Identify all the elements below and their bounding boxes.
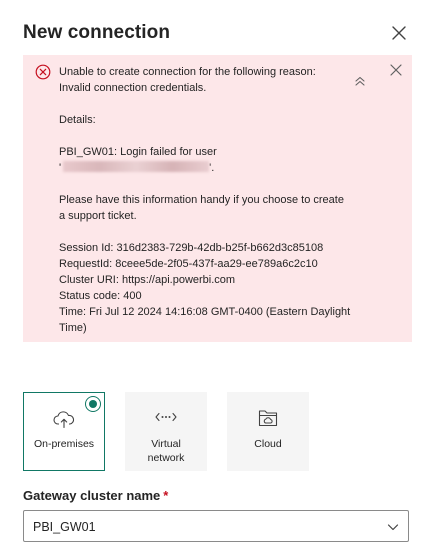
user-quote-close: '.: [209, 162, 215, 174]
virtual-network-label-line2: network: [147, 452, 185, 464]
selected-radio-indicator: [85, 396, 101, 412]
details-label: Details:: [59, 114, 96, 126]
user-quote-open: ': [59, 162, 62, 174]
virtual-network-label-line1: Virtual: [151, 438, 181, 450]
connection-option-cloud[interactable]: Cloud: [227, 392, 309, 471]
cloud-folder-icon: [258, 410, 278, 427]
request-id: RequestId: 8ceee5de-2f05-437f-aa29-ee789…: [59, 258, 318, 270]
gateway-cluster-dropdown[interactable]: PBI_GW01: [23, 510, 409, 542]
error-reason-line2: Invalid connection credentials.: [59, 82, 207, 94]
dialog-header: New connection: [23, 18, 413, 48]
error-time-line1: Time: Fri Jul 12 2024 14:16:08 GMT-0400 …: [59, 306, 351, 318]
redacted-username: [63, 161, 210, 172]
session-id: Session Id: 316d2383-729b-42db-b25f-b662…: [59, 242, 324, 254]
error-details-text: Unable to create connection for the foll…: [59, 64, 359, 336]
gateway-cluster-value: PBI_GW01: [33, 520, 96, 534]
virtual-network-label: Virtual network: [125, 437, 207, 465]
error-message-bar: Unable to create connection for the foll…: [23, 55, 412, 342]
login-user-line: ' '.: [59, 160, 359, 176]
dialog-title: New connection: [23, 22, 171, 43]
support-note-line1: Please have this information handy if yo…: [59, 194, 344, 206]
status-code: Status code: 400: [59, 290, 142, 302]
connection-option-virtual-network[interactable]: Virtual network: [125, 392, 207, 471]
gateway-cluster-name-label: Gateway cluster name *: [23, 488, 168, 504]
close-icon[interactable]: [391, 25, 407, 41]
chevron-down-icon: [387, 524, 399, 531]
connection-option-on-premises[interactable]: On-premises: [23, 392, 105, 471]
error-circle-icon: [35, 64, 51, 80]
network-arrows-icon: [155, 412, 177, 422]
cluster-uri: Cluster URI: https://api.powerbi.com: [59, 274, 236, 286]
gateway-label-text: Gateway cluster name: [23, 488, 161, 503]
error-time-line2: Time): [59, 322, 87, 334]
cloud-label: Cloud: [254, 438, 282, 450]
error-reason-line1: Unable to create connection for the foll…: [59, 66, 316, 78]
login-failed-line: PBI_GW01: Login failed for user: [59, 146, 217, 158]
dismiss-error-icon[interactable]: [390, 64, 402, 76]
cloud-upload-icon: [53, 411, 75, 429]
on-premises-label: On-premises: [33, 438, 95, 450]
support-note-line2: a support ticket.: [59, 210, 137, 222]
required-asterisk: *: [163, 488, 169, 503]
